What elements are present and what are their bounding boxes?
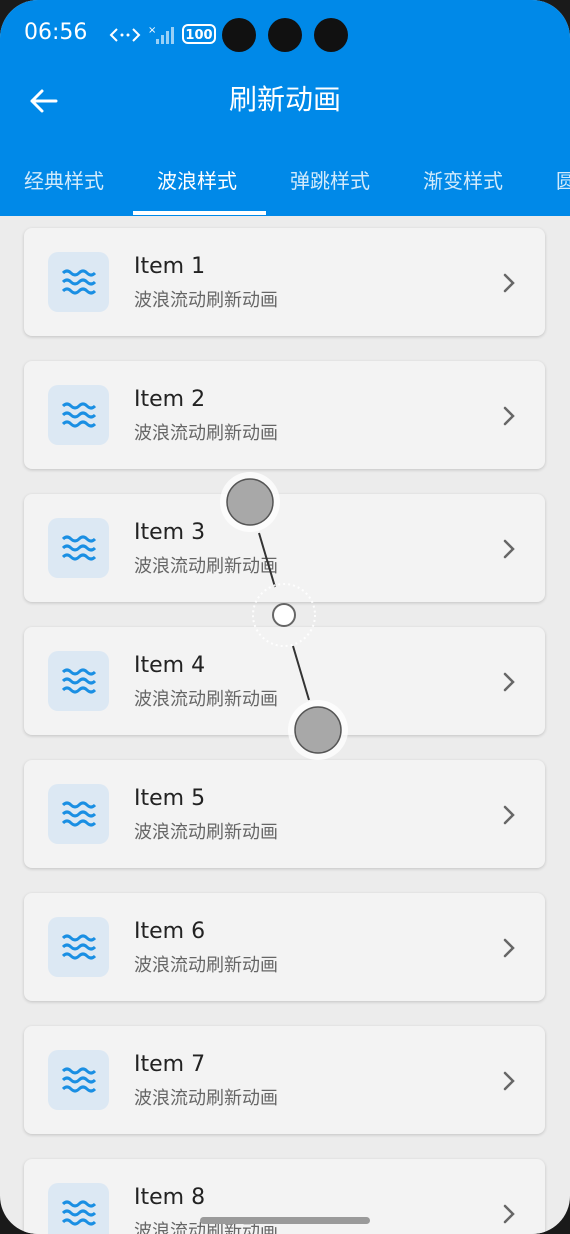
item-subtitle: 波浪流动刷新动画	[134, 689, 278, 710]
tab-bar: 经典样式 波浪样式 弹跳样式 渐变样式 圆	[0, 160, 570, 216]
wave-icon	[62, 535, 96, 561]
item-title: Item 6	[134, 919, 206, 944]
item-title: Item 1	[134, 254, 206, 279]
signal-icon: ×	[148, 25, 174, 44]
item-icon-box	[48, 385, 109, 445]
item-title: Item 7	[134, 1052, 206, 1077]
wave-icon	[62, 668, 96, 694]
item-title: Item 2	[134, 387, 206, 412]
tab-circle[interactable]: 圆	[556, 165, 570, 194]
wave-icon	[62, 934, 96, 960]
tab-bounce[interactable]: 弹跳样式	[290, 165, 370, 194]
chevron-right-icon	[503, 805, 515, 825]
wave-icon	[62, 1200, 96, 1226]
item-subtitle: 波浪流动刷新动画	[134, 1088, 278, 1109]
tab-indicator	[133, 211, 266, 215]
list-item[interactable]: Item 2 波浪流动刷新动画	[24, 361, 545, 469]
camera-cutout-icon	[314, 18, 348, 52]
data-transfer-icon	[109, 28, 141, 42]
list-item[interactable]: Item 5 波浪流动刷新动画	[24, 760, 545, 868]
chevron-right-icon	[503, 938, 515, 958]
item-icon-box	[48, 1050, 109, 1110]
list-item[interactable]: Item 6 波浪流动刷新动画	[24, 893, 545, 1001]
status-icons: ×	[108, 22, 176, 48]
home-indicator[interactable]	[200, 1217, 370, 1224]
item-title: Item 8	[134, 1185, 206, 1210]
item-subtitle: 波浪流动刷新动画	[134, 423, 278, 444]
item-title: Item 5	[134, 786, 206, 811]
item-title: Item 4	[134, 653, 206, 678]
status-time: 06:56	[24, 20, 88, 45]
item-icon-box	[48, 917, 109, 977]
item-subtitle: 波浪流动刷新动画	[134, 822, 278, 843]
item-icon-box	[48, 784, 109, 844]
list-item[interactable]: Item 4 波浪流动刷新动画	[24, 627, 545, 735]
item-icon-box	[48, 651, 109, 711]
chevron-right-icon	[503, 539, 515, 559]
tab-classic[interactable]: 经典样式	[24, 165, 104, 194]
chevron-right-icon	[503, 1071, 515, 1091]
tab-gradient[interactable]: 渐变样式	[423, 165, 503, 194]
camera-cutout-icon	[222, 18, 256, 52]
svg-text:×: ×	[148, 25, 156, 36]
app-bar: 06:56 × 100 刷新动画 经典样式 波浪样式 弹跳样式 渐变样式 圆	[0, 0, 570, 216]
chevron-right-icon	[503, 672, 515, 692]
status-bar: 06:56 × 100	[0, 0, 570, 70]
item-subtitle: 波浪流动刷新动画	[134, 556, 278, 577]
item-title: Item 3	[134, 520, 206, 545]
chevron-right-icon	[503, 406, 515, 426]
wave-icon	[62, 269, 96, 295]
item-icon-box	[48, 252, 109, 312]
list-item[interactable]: Item 3 波浪流动刷新动画	[24, 494, 545, 602]
page-title: 刷新动画	[228, 83, 341, 116]
list-item[interactable]: Item 1 波浪流动刷新动画	[24, 228, 545, 336]
chevron-right-icon	[503, 273, 515, 293]
item-subtitle: 波浪流动刷新动画	[134, 955, 278, 976]
item-icon-box	[48, 1183, 109, 1234]
chevron-right-icon	[503, 1204, 515, 1224]
item-icon-box	[48, 518, 109, 578]
tab-wave[interactable]: 波浪样式	[157, 165, 237, 194]
battery-indicator: 100	[182, 24, 216, 44]
camera-cutout-icon	[268, 18, 302, 52]
wave-icon	[62, 801, 96, 827]
item-subtitle: 波浪流动刷新动画	[134, 290, 278, 311]
wave-icon	[62, 402, 96, 428]
list-item[interactable]: Item 7 波浪流动刷新动画	[24, 1026, 545, 1134]
wave-icon	[62, 1067, 96, 1093]
phone-screen: 06:56 × 100 刷新动画 经典样式 波浪样式 弹跳样式 渐变样式 圆 I…	[0, 0, 570, 1234]
